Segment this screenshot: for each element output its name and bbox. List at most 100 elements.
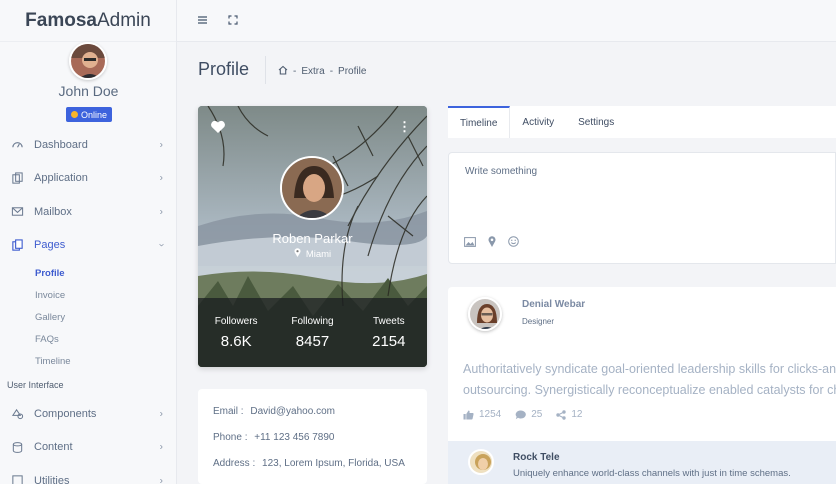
- sidebar-item-components[interactable]: Components ›: [0, 397, 177, 431]
- submenu-item-gallery[interactable]: Gallery: [35, 306, 177, 328]
- heading-divider: [265, 56, 266, 84]
- gauge-icon: [10, 138, 24, 152]
- brand-regular: Admin: [96, 9, 151, 31]
- sidebar-item-label: Mailbox: [34, 205, 72, 218]
- section-label-ui: User Interface: [7, 379, 64, 390]
- profile-location-label: Miami: [305, 248, 332, 260]
- heart-icon[interactable]: [210, 120, 226, 139]
- chevron-right-icon: ›: [159, 475, 163, 484]
- mail-icon: [10, 205, 24, 219]
- sidebar-item-label: Content: [34, 441, 73, 454]
- profile-tabs: Timeline Activity Settings: [448, 106, 836, 138]
- reply-author-name[interactable]: Rock Tele: [513, 452, 560, 463]
- tab-timeline[interactable]: Timeline: [448, 106, 511, 138]
- composer-placeholder[interactable]: Write something: [465, 166, 537, 177]
- chevron-right-icon: ›: [159, 139, 163, 151]
- reply-text: Uniquely enhance world-class channels wi…: [513, 468, 791, 479]
- profile-avatar[interactable]: [280, 156, 344, 220]
- submenu-item-faqs[interactable]: FAQs: [35, 329, 177, 351]
- chevron-right-icon: ›: [159, 206, 163, 218]
- stat-followers: Followers 8.6K: [198, 298, 274, 367]
- sidebar-item-dashboard[interactable]: Dashboard ›: [0, 128, 177, 162]
- sidebar-item-label: Components: [34, 407, 97, 420]
- like-count: 1254: [479, 409, 502, 420]
- share-button[interactable]: 12: [556, 409, 583, 420]
- email-value[interactable]: David@yahoo.com: [250, 406, 335, 417]
- stat-value: 8457: [295, 333, 330, 350]
- brand-bold: Famosa: [25, 9, 97, 31]
- home-icon[interactable]: [278, 65, 288, 78]
- post-actions: 1254 25 12: [463, 409, 583, 420]
- menu-toggle-icon[interactable]: [197, 14, 208, 28]
- pages-submenu: Profile Invoice Gallery FAQs Timeline: [0, 262, 177, 373]
- sidebar-item-label: Utilities: [34, 474, 70, 484]
- post-author-role: Designer: [522, 317, 555, 326]
- comment-button[interactable]: 25: [515, 409, 542, 420]
- sidebar-item-content[interactable]: Content ›: [0, 430, 177, 464]
- stat-label: Following: [291, 316, 334, 327]
- breadcrumb: - Extra - Profile: [278, 65, 366, 78]
- post-author-avatar[interactable]: [468, 297, 502, 331]
- submenu-item-profile[interactable]: Profile: [35, 262, 177, 284]
- sidebar-item-utilities[interactable]: Utilities ›: [0, 464, 177, 484]
- user-avatar[interactable]: [69, 42, 107, 80]
- post-author-name[interactable]: Denial Webar: [522, 299, 585, 310]
- map-pin-icon: [294, 248, 301, 260]
- comment-count: 25: [531, 409, 543, 420]
- pages-icon: [10, 238, 24, 252]
- emoji-icon[interactable]: [508, 234, 519, 252]
- email-label: Email :: [213, 406, 244, 417]
- tab-activity[interactable]: Activity: [510, 106, 566, 138]
- fullscreen-icon[interactable]: [228, 14, 238, 28]
- stat-value: 8.6K: [220, 333, 252, 350]
- sidebar-menu: Dashboard › Application › Mailbox › Page…: [0, 128, 177, 484]
- sidebar-item-pages[interactable]: Pages ›: [0, 229, 177, 263]
- sidebar-item-label: Pages: [34, 239, 66, 252]
- image-icon[interactable]: [464, 234, 476, 252]
- profile-location: Miami: [198, 248, 427, 260]
- components-icon: [10, 407, 24, 421]
- contact-phone: Phone : +11 123 456 7890: [213, 432, 412, 458]
- brand-logo[interactable]: Famosa Admin: [0, 0, 176, 42]
- phone-value[interactable]: +11 123 456 7890: [254, 432, 334, 443]
- post-body-line: Authoritatively syndicate goal-oriented …: [463, 362, 836, 376]
- chevron-down-icon: ›: [155, 243, 167, 247]
- timeline-post: Denial Webar Designer Authoritatively sy…: [448, 287, 836, 484]
- sidebar-item-application[interactable]: Application ›: [0, 162, 177, 196]
- status-dot: [71, 111, 78, 118]
- like-button[interactable]: 1254: [463, 409, 501, 420]
- copy-icon: [10, 171, 24, 185]
- submenu-item-invoice[interactable]: Invoice: [35, 284, 177, 306]
- profile-name: Roben Parkar: [272, 231, 353, 246]
- share-icon: [556, 409, 567, 420]
- address-value: 123, Lorem Ipsum, Florida, USA: [262, 458, 405, 469]
- profile-stats: Followers 8.6K Following 8457 Tweets 215…: [198, 298, 427, 367]
- thumbs-up-icon: [463, 410, 474, 419]
- stat-following: Following 8457: [274, 298, 350, 367]
- sidebar-item-label: Application: [34, 172, 88, 185]
- status-badge: Online: [66, 107, 113, 122]
- sidebar-item-mailbox[interactable]: Mailbox ›: [0, 195, 177, 229]
- location-icon[interactable]: [488, 234, 496, 252]
- more-options-icon[interactable]: ⋮: [398, 120, 411, 133]
- phone-label: Phone :: [213, 432, 248, 443]
- post-composer[interactable]: Write something: [448, 152, 836, 264]
- share-count: 12: [571, 409, 583, 420]
- stat-tweets: Tweets 2154: [351, 298, 427, 367]
- contact-address: Address : 123, Lorem Ipsum, Florida, USA: [213, 458, 412, 484]
- topbar: [177, 0, 836, 42]
- submenu-item-timeline[interactable]: Timeline: [35, 351, 177, 373]
- stat-label: Tweets: [372, 316, 405, 327]
- reply-author-avatar[interactable]: [468, 449, 494, 475]
- profile-card: ⋮ Roben Parkar Miami Followers 8.6K Foll…: [198, 106, 427, 367]
- breadcrumb-extra[interactable]: Extra: [301, 66, 324, 77]
- post-body: Authoritatively syndicate goal-oriented …: [463, 359, 836, 401]
- breadcrumb-sep: -: [329, 66, 334, 77]
- breadcrumb-profile: Profile: [338, 66, 367, 77]
- chevron-right-icon: ›: [159, 408, 163, 420]
- user-name: John Doe: [58, 83, 119, 99]
- address-label: Address :: [213, 458, 256, 469]
- sidebar-item-label: Dashboard: [34, 138, 88, 151]
- stat-label: Followers: [214, 316, 258, 327]
- tab-settings[interactable]: Settings: [566, 106, 626, 138]
